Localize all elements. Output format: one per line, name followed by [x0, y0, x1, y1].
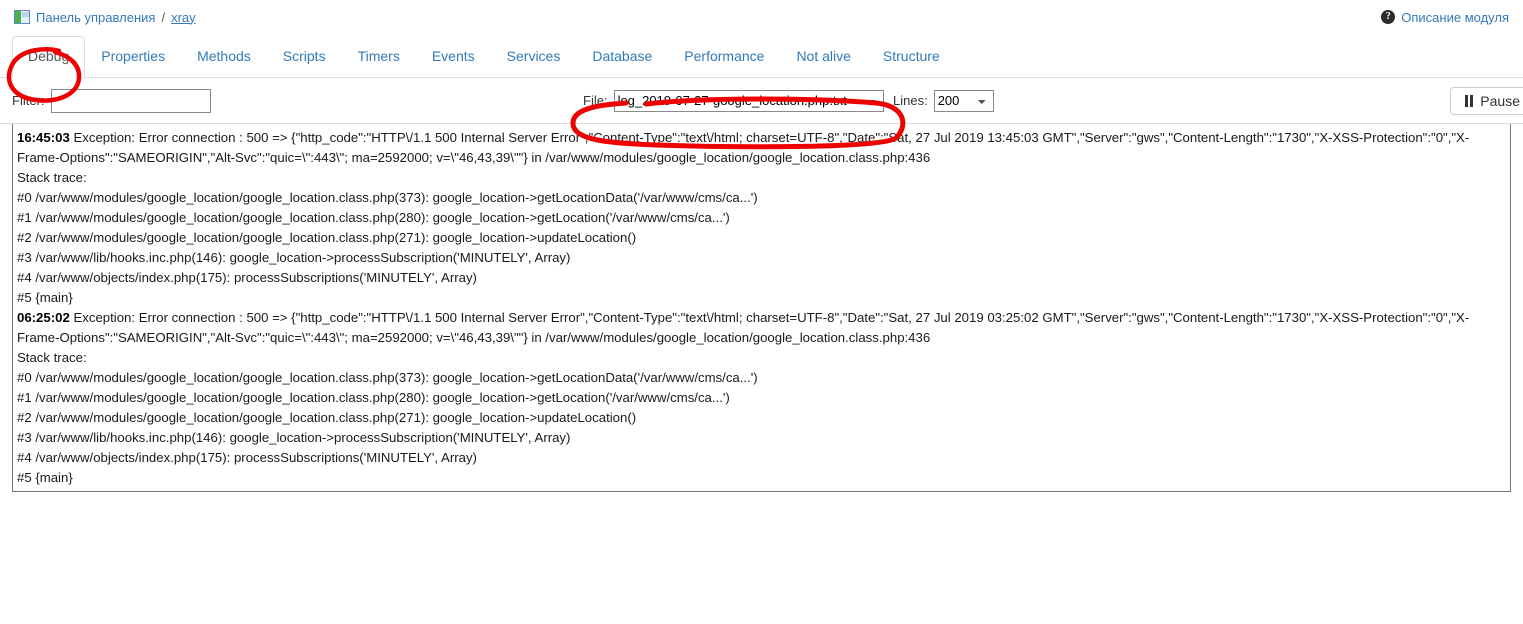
- pause-icon: [1465, 95, 1473, 107]
- log-stack-trace-line: #2 /var/www/modules/google_location/goog…: [17, 228, 1510, 248]
- log-output-panel[interactable]: 16:45:03 Exception: Error connection : 5…: [12, 124, 1511, 492]
- log-stack-trace-line: #3 /var/www/lib/hooks.inc.php(146): goog…: [17, 428, 1510, 448]
- question-circle-icon: ?: [1381, 10, 1395, 24]
- log-stack-trace-header: Stack trace:: [17, 168, 1510, 188]
- tab-structure[interactable]: Structure: [867, 36, 956, 78]
- file-label: File:: [583, 93, 608, 108]
- top-bar: Панель управления / xray ? Описание моду…: [0, 0, 1523, 34]
- panel-layout-icon: [14, 10, 30, 24]
- file-group: File: log_2019-07-27-google_location.php…: [583, 90, 884, 112]
- breadcrumb: Панель управления / xray: [14, 10, 196, 25]
- debug-toolbar: Filter: File: log_2019-07-27-google_loca…: [0, 78, 1523, 124]
- tab-timers[interactable]: Timers: [342, 36, 416, 78]
- log-entry-timestamp: 06:25:02: [17, 310, 70, 325]
- tab-methods[interactable]: Methods: [181, 36, 267, 78]
- log-stack-trace-line: #2 /var/www/modules/google_location/goog…: [17, 408, 1510, 428]
- tab-bar: Debug Properties Methods Scripts Timers …: [0, 34, 1523, 78]
- log-stack-trace-line: #0 /var/www/modules/google_location/goog…: [17, 368, 1510, 388]
- lines-select[interactable]: 200: [934, 90, 994, 112]
- filter-input[interactable]: [51, 89, 211, 113]
- filter-group: Filter:: [12, 89, 211, 113]
- log-stack-trace-line: #4 /var/www/objects/index.php(175): proc…: [17, 448, 1510, 468]
- log-entry-message: 16:45:03 Exception: Error connection : 5…: [17, 128, 1510, 168]
- tab-not-alive[interactable]: Not alive: [780, 36, 866, 78]
- tab-events[interactable]: Events: [416, 36, 491, 78]
- module-description-link[interactable]: ? Описание модуля: [1381, 10, 1509, 25]
- breadcrumb-link-control-panel[interactable]: Панель управления: [36, 10, 155, 25]
- file-select[interactable]: log_2019-07-27-google_location.php.txt: [614, 90, 884, 112]
- log-entry-message: 06:25:02 Exception: Error connection : 5…: [17, 308, 1510, 348]
- pause-button[interactable]: Pause: [1450, 87, 1523, 115]
- filter-label: Filter:: [12, 93, 45, 108]
- log-panel-wrapper: 16:45:03 Exception: Error connection : 5…: [0, 124, 1523, 492]
- log-stack-trace-line: #5 {main}: [17, 468, 1510, 488]
- tab-database[interactable]: Database: [576, 36, 668, 78]
- log-stack-trace-line: #0 /var/www/modules/google_location/goog…: [17, 188, 1510, 208]
- tab-scripts[interactable]: Scripts: [267, 36, 342, 78]
- module-description-label: Описание модуля: [1401, 10, 1509, 25]
- log-stack-trace-line: #5 {main}: [17, 288, 1510, 308]
- tab-debug[interactable]: Debug: [12, 36, 85, 78]
- lines-label: Lines:: [893, 93, 928, 108]
- log-stack-trace-line: #1 /var/www/modules/google_location/goog…: [17, 208, 1510, 228]
- tab-performance[interactable]: Performance: [668, 36, 780, 78]
- log-stack-trace-line: #4 /var/www/objects/index.php(175): proc…: [17, 268, 1510, 288]
- log-stack-trace-line: #1 /var/www/modules/google_location/goog…: [17, 388, 1510, 408]
- breadcrumb-separator: /: [161, 10, 165, 25]
- log-stack-trace-line: #3 /var/www/lib/hooks.inc.php(146): goog…: [17, 248, 1510, 268]
- pause-button-label: Pause: [1480, 93, 1520, 109]
- lines-group: Lines: 200: [893, 90, 994, 112]
- breadcrumb-link-xray[interactable]: xray: [171, 10, 196, 25]
- tab-properties[interactable]: Properties: [85, 36, 181, 78]
- log-stack-trace-header: Stack trace:: [17, 348, 1510, 368]
- tab-services[interactable]: Services: [491, 36, 577, 78]
- log-entry-timestamp: 16:45:03: [17, 130, 70, 145]
